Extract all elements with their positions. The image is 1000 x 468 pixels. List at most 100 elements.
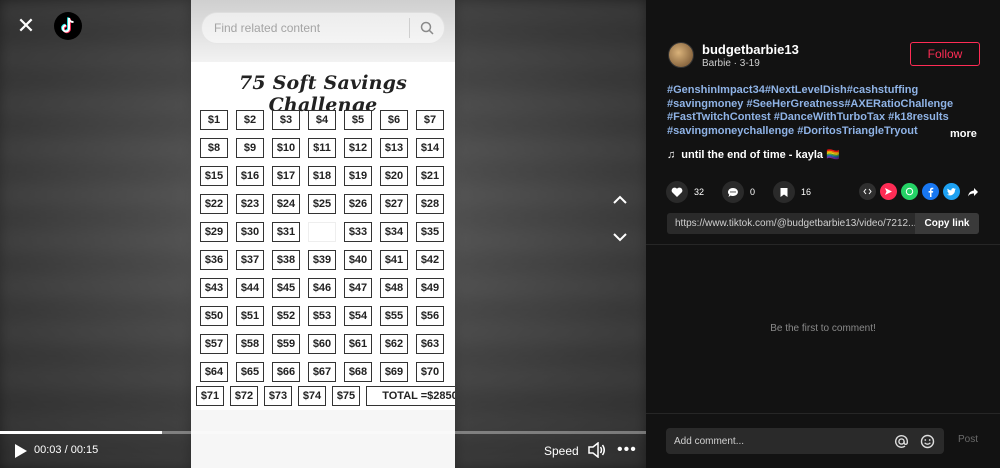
speed-button[interactable]: Speed [544,444,579,458]
grid-cell: $1 [200,110,228,130]
grid-cell: $21 [416,166,444,186]
total-cell: TOTAL =$2850 [366,386,455,406]
grid-cell: $17 [272,166,300,186]
embed-icon[interactable] [859,183,876,200]
video-link-box: https://www.tiktok.com/@budgetbarbie13/v… [667,213,979,234]
close-icon[interactable]: ✕ [12,12,40,40]
follow-button[interactable]: Follow [910,42,980,66]
related-search-input[interactable] [202,21,409,35]
mention-icon[interactable] [892,432,910,450]
grid-cell: $44 [236,278,264,298]
grid-cell: $67 [308,362,336,382]
grid-cell: $65 [236,362,264,382]
video-description-hashtags[interactable]: #GenshinImpact34#NextLevelDish#cashstuff… [667,84,957,138]
grid-cell: $22 [200,194,228,214]
grid-cell: $19 [344,166,372,186]
music-track[interactable]: ♫ until the end of time - kayla 🏳️‍🌈 [667,148,840,162]
music-note-icon: ♫ [667,148,676,161]
next-video-chevron-down-icon[interactable] [610,227,630,247]
grid-cell: $40 [344,250,372,270]
blurred-background-left [0,0,190,468]
grid-cell: $38 [272,250,300,270]
grid-cell: $10 [272,138,300,158]
grid-cell: $9 [236,138,264,158]
grid-cell: $37 [236,250,264,270]
grid-cell: $69 [380,362,408,382]
grid-cell: $64 [200,362,228,382]
play-icon[interactable] [14,443,28,459]
comment-input[interactable] [666,435,892,447]
grid-cell: $12 [344,138,372,158]
grid-cell: $34 [380,222,408,242]
grid-cell: $29 [200,222,228,242]
grid-cell: $68 [344,362,372,382]
video-stage: ✕ 75 Soft Savings Challenge $1$2$3$4$5$6… [0,0,646,468]
grid-cell: $74 [298,386,326,406]
post-button[interactable]: Post [958,434,978,445]
whatsapp-icon[interactable] [901,183,918,200]
twitter-icon[interactable] [943,183,960,200]
tiktok-logo-icon[interactable] [54,12,82,40]
savings-grid: $1 $2 $3 $4 $5 $6 $7 $8 $9 $10 $11 $12 $13 $14 $15 $16 $… [200,110,446,382]
comment-count: 0 [750,187,756,197]
previous-video-chevron-up-icon[interactable] [610,190,630,210]
grid-cell: $55 [380,306,408,326]
video-frame[interactable]: 75 Soft Savings Challenge $1$2$3$4$5$6$7… [191,0,455,468]
grid-cell: $46 [308,278,336,298]
grid-cell: $14 [416,138,444,158]
grid-cell: $15 [200,166,228,186]
avatar[interactable] [668,42,694,68]
search-icon[interactable] [410,12,444,44]
copy-link-button[interactable]: Copy link [915,213,979,234]
grid-cell: $3 [272,110,300,130]
grid-cell: $11 [308,138,336,158]
grid-cell: $73 [264,386,292,406]
grid-cell: $70 [416,362,444,382]
volume-icon[interactable] [588,441,606,459]
grid-cell: $26 [344,194,372,214]
grid-cell: $6 [380,110,408,130]
grid-cell: $54 [344,306,372,326]
empty-comments-message: Be the first to comment! [770,323,876,334]
author-username[interactable]: budgetbarbie13 [702,42,799,57]
grid-cell: $51 [236,306,264,326]
grid-cell: $57 [200,334,228,354]
more-options-icon[interactable]: ••• [617,441,637,459]
share-row [859,183,981,200]
bookmark-icon[interactable] [773,181,796,203]
grid-cell: $20 [380,166,408,186]
like-count: 32 [694,187,705,197]
video-link-text[interactable]: https://www.tiktok.com/@budgetbarbie13/v… [667,218,915,229]
progress-bar[interactable] [0,431,646,434]
grid-cell: $43 [200,278,228,298]
grid-cell: $2 [236,110,264,130]
grid-cell: $23 [236,194,264,214]
grid-cell: $61 [344,334,372,354]
playback-time: 00:03 / 00:15 [34,444,99,456]
facebook-icon[interactable] [922,183,939,200]
grid-cell: $36 [200,250,228,270]
grid-cell: $16 [236,166,264,186]
grid-cell: $30 [236,222,264,242]
grid-cell: $60 [308,334,336,354]
emoji-icon[interactable] [918,432,936,450]
save-count: 16 [801,187,812,197]
savings-grid-last-row: $71 $72 $73 $74 $75 TOTAL =$2850 [196,386,455,406]
grid-cell: $75 [332,386,360,406]
tiktok-video-page: ✕ 75 Soft Savings Challenge $1$2$3$4$5$6… [0,0,1000,468]
heart-icon[interactable] [666,181,688,203]
comment-icon[interactable] [722,181,745,203]
progress-fill [0,431,162,434]
more-link[interactable]: more [950,128,977,140]
send-to-friends-icon[interactable] [880,183,897,200]
grid-cell: $33 [344,222,372,242]
grid-cell: $27 [380,194,408,214]
share-arrow-icon[interactable] [964,183,981,200]
grid-cell: $72 [230,386,258,406]
save-action: 16 [773,181,811,203]
grid-cell: $24 [272,194,300,214]
grid-cell: $48 [380,278,408,298]
grid-cell: $62 [380,334,408,354]
related-search-bar [201,12,445,44]
grid-cell: $58 [236,334,264,354]
